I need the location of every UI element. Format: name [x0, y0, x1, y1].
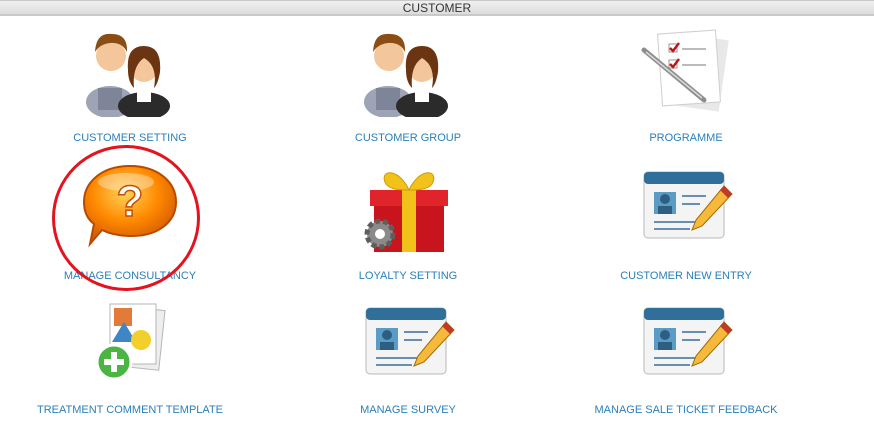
tile-label[interactable]: MANAGE SURVEY [268, 404, 548, 416]
people-icon [86, 33, 170, 117]
tile-label[interactable]: MANAGE SALE TICKET FEEDBACK [546, 404, 826, 416]
tile-customer-new-entry[interactable]: CUSTOMER NEW ENTRY [546, 160, 826, 290]
tile-label[interactable]: MANAGE CONSULTANCY [0, 270, 270, 282]
gift-gear-icon [364, 172, 448, 252]
tile-label[interactable]: LOYALTY SETTING [268, 270, 548, 282]
tile-manage-sale-ticket-feedback[interactable]: MANAGE SALE TICKET FEEDBACK [546, 296, 826, 426]
checklist-pen-icon [641, 29, 729, 112]
tile-label[interactable]: CUSTOMER GROUP [268, 132, 548, 144]
section-header: CUSTOMER [0, 0, 874, 16]
svg-text:?: ? [117, 177, 144, 226]
tile-manage-consultancy[interactable]: ? MANAGE CONSULTANCY [0, 160, 270, 290]
people-icon [364, 33, 448, 117]
section-title: CUSTOMER [402, 1, 472, 15]
id-card-pencil-icon [365, 307, 455, 375]
tile-label[interactable]: CUSTOMER SETTING [0, 132, 270, 144]
tile-treatment-comment-template[interactable]: TREATMENT COMMENT TEMPLATE [0, 296, 270, 426]
tile-loyalty-setting[interactable]: LOYALTY SETTING [268, 160, 548, 290]
document-add-icon [95, 303, 166, 381]
id-card-pencil-icon [643, 171, 733, 239]
tile-label[interactable]: CUSTOMER NEW ENTRY [546, 270, 826, 282]
tile-label[interactable]: TREATMENT COMMENT TEMPLATE [0, 404, 270, 416]
question-bubble-icon: ? [82, 164, 178, 248]
tile-manage-survey[interactable]: MANAGE SURVEY [268, 296, 548, 426]
id-card-pencil-icon [643, 307, 733, 375]
tile-label[interactable]: PROGRAMME [546, 132, 826, 144]
tile-programme[interactable]: PROGRAMME [546, 22, 826, 152]
tile-customer-group[interactable]: CUSTOMER GROUP [268, 22, 548, 152]
tile-customer-setting[interactable]: CUSTOMER SETTING [0, 22, 270, 152]
